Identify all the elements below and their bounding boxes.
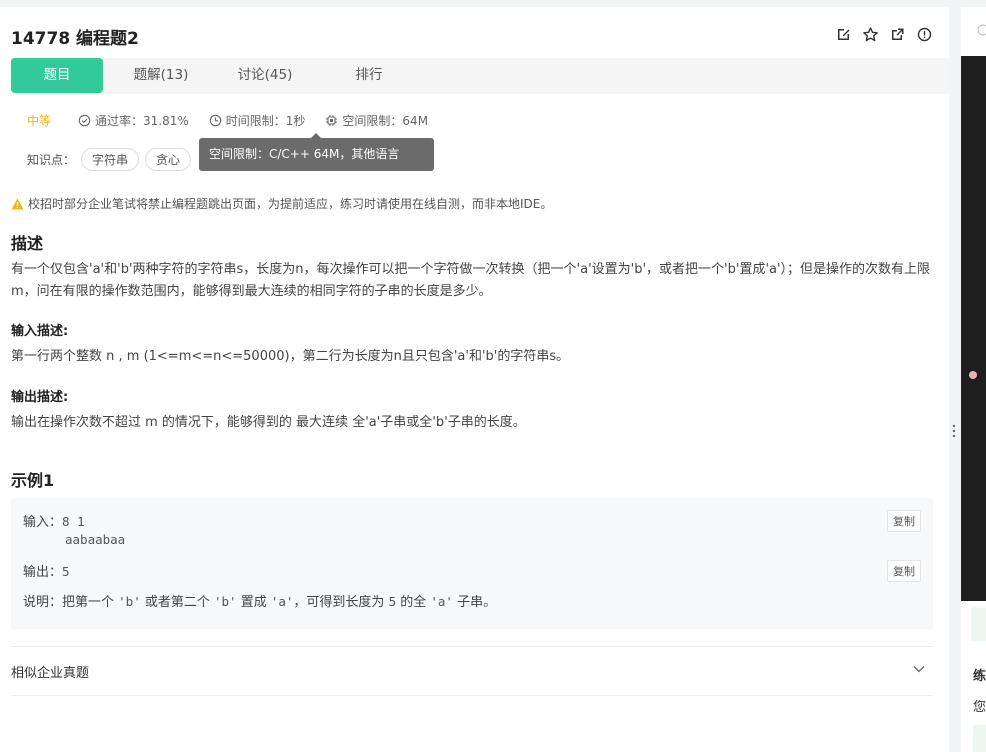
- input-desc-heading: 输入描述:: [11, 324, 69, 339]
- description-text: 有一个仅包含'a'和'b'两种字符的字符串s，长度为n，每次操作可以把一个字符做…: [11, 262, 931, 299]
- drag-handle-icon[interactable]: [952, 424, 956, 438]
- knowledge-label: 知识点：: [27, 153, 76, 167]
- output-desc-heading: 输出描述:: [11, 390, 69, 405]
- footer-action-button[interactable]: [973, 725, 986, 752]
- example-heading: 示例1: [11, 471, 55, 490]
- practice-label: 练: [973, 669, 986, 684]
- clock-icon: [209, 114, 222, 127]
- example-input-line2: aabaabaa: [65, 532, 126, 547]
- warning-notice: 校招时部分企业笔试将禁止编程题跳出页面，为提前适应，练习时请使用在线自测，而非本…: [11, 195, 552, 212]
- example-output-value: 5: [62, 564, 70, 579]
- notice-label: 您: [973, 700, 986, 715]
- code-editor[interactable]: [961, 56, 986, 601]
- editor-toolbar: [961, 7, 986, 55]
- pass-rate: 通过率：31.81%: [78, 112, 189, 129]
- problem-panel: 14778 编程题2 题目 题解(13) 讨论(45) 排行 中等 通过率：31…: [0, 7, 949, 752]
- example-input-line1: 8 1: [62, 514, 85, 529]
- check-circle-icon: [78, 114, 91, 127]
- copy-output-button[interactable]: 复制: [887, 560, 921, 582]
- knowledge-points: 知识点： 字符串 贪心: [27, 148, 192, 171]
- similar-questions[interactable]: 相似企业真题: [11, 646, 933, 696]
- space-limit[interactable]: 空间限制：64M: [325, 112, 428, 129]
- difficulty-badge: 中等: [27, 114, 52, 128]
- description-heading: 描述: [11, 234, 44, 253]
- example-input: 输入：8 1: [23, 514, 85, 530]
- problem-meta: 中等 通过率：31.81% 时间限制：1秒 空间限制：64M: [27, 112, 448, 129]
- output-desc-text: 输出在操作次数不超过 m 的情况下，能够得到的 最大连续 全'a'子串或全'b'…: [11, 415, 526, 430]
- tab-solutions[interactable]: 题解(13): [111, 58, 211, 93]
- example-explanation: 说明：把第一个 'b' 或者第二个 'b' 置成 'a'，可得到长度为 5 的全…: [23, 594, 497, 610]
- problem-tabs: 题目 题解(13) 讨论(45) 排行: [11, 58, 949, 94]
- copy-input-button[interactable]: 复制: [887, 510, 921, 532]
- example-output: 输出：5: [23, 564, 70, 580]
- problem-title: 14778 编程题2: [11, 28, 139, 49]
- panel-splitter[interactable]: [949, 0, 960, 752]
- time-limit: 时间限制：1秒: [209, 112, 305, 129]
- breakpoint-dot: [969, 371, 977, 379]
- edit-icon[interactable]: [835, 26, 852, 43]
- similar-questions-label: 相似企业真题: [11, 666, 90, 681]
- input-desc-text: 第一行两个整数 n , m (1<=m<=n<=50000)，第二行为长度为n且…: [11, 349, 570, 364]
- star-icon[interactable]: [862, 26, 879, 43]
- tab-problem[interactable]: 题目: [11, 58, 103, 93]
- title-row: 14778 编程题2: [11, 23, 933, 49]
- editor-footer-button[interactable]: [971, 607, 986, 641]
- example-box: 输入：8 1 aabaabaa 复制 输出：5 复制 说明：把第一个 'b' 或…: [11, 498, 933, 629]
- tab-ranking[interactable]: 排行: [319, 58, 419, 93]
- space-limit-tooltip: 空间限制：C/C++ 64M，其他语言 128M: [199, 133, 434, 194]
- info-icon[interactable]: [977, 24, 986, 36]
- chip-icon: [326, 115, 338, 126]
- title-actions: [835, 26, 933, 43]
- chevron-down-icon: [913, 666, 925, 673]
- tag-string[interactable]: 字符串: [81, 148, 140, 171]
- warning-icon: [11, 198, 24, 209]
- report-icon[interactable]: [916, 26, 933, 43]
- share-icon[interactable]: [889, 26, 906, 43]
- tag-greedy[interactable]: 贪心: [145, 148, 192, 171]
- tab-discussion[interactable]: 讨论(45): [215, 58, 315, 93]
- editor-panel: 练 您: [961, 7, 986, 752]
